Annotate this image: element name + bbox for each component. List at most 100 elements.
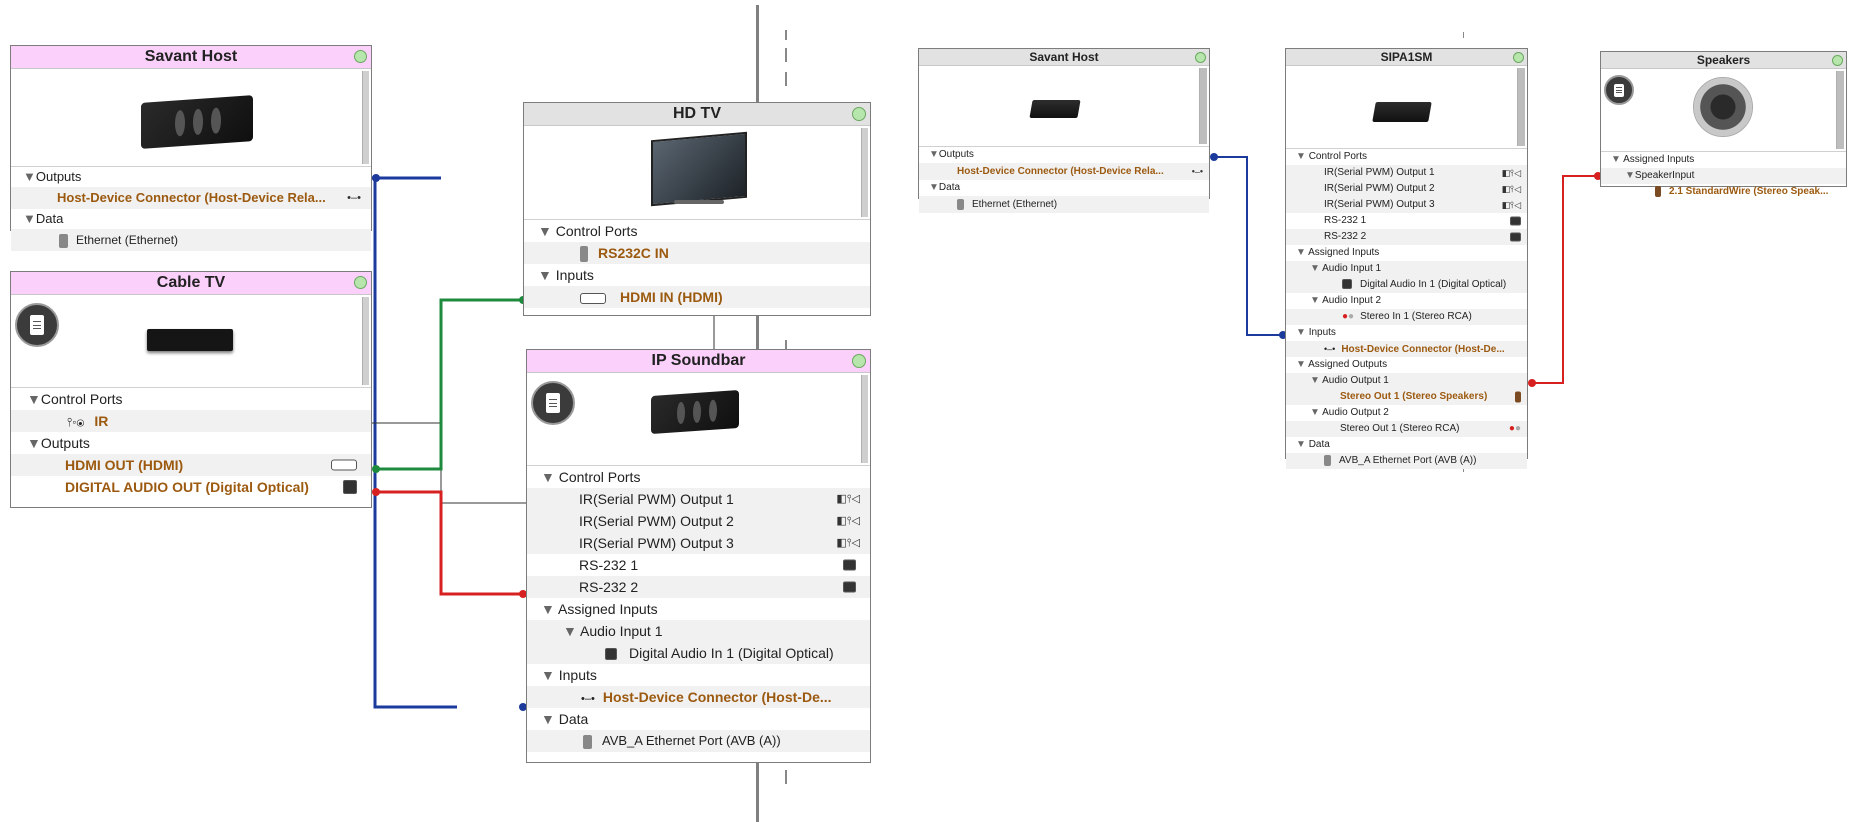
port-ir-output-3[interactable]: IR(Serial PWM) Output 3 ◧⫯◁ [1286, 197, 1527, 213]
triangle-down-icon[interactable]: ▼ [538, 220, 552, 242]
triangle-down-icon[interactable]: ▼ [541, 466, 555, 488]
triangle-down-icon[interactable]: ▼ [538, 264, 552, 286]
device-speakers[interactable]: Speakers ▼ Assigned Inputs ▼SpeakerInput… [1600, 51, 1847, 197]
triangle-down-icon[interactable]: ▼ [929, 180, 939, 196]
port-ethernet[interactable]: Ethernet (Ethernet) [919, 196, 1209, 213]
triangle-down-icon[interactable]: ▼ [541, 708, 555, 730]
port-ir-output-3[interactable]: IR(Serial PWM) Output 3 ◧⫯◁ [527, 532, 870, 554]
section-outputs[interactable]: ▼Outputs [919, 147, 1209, 163]
triangle-down-icon[interactable]: ▼ [563, 620, 577, 642]
device-sipa1sm[interactable]: SIPA1SM ▼ Control Ports IR(Serial PWM) O… [1285, 48, 1528, 469]
port-avb[interactable]: AVB_A Ethernet Port (AVB (A)) [1286, 453, 1527, 469]
triangle-down-icon[interactable]: ▼ [1296, 325, 1306, 341]
port-stereo-out-rca[interactable]: Stereo Out 1 (Stereo RCA) ●● [1286, 421, 1527, 437]
port-host-connector[interactable]: •–• Host-Device Connector (Host-De... [527, 686, 870, 708]
port-ir-output-2[interactable]: IR(Serial PWM) Output 2 ◧⫯◁ [1286, 181, 1527, 197]
document-icon[interactable] [531, 381, 575, 425]
device-savant-host-right[interactable]: Savant Host ▼Outputs Host-Device Connect… [918, 48, 1210, 213]
device-cable-tv[interactable]: Cable TV ▼Control Ports ⫯◦⦿ IR ▼Outputs H… [10, 271, 372, 508]
section-assigned-outputs[interactable]: ▼ Assigned Outputs [1286, 357, 1527, 373]
port-rs232-1[interactable]: RS-232 1 [527, 554, 870, 576]
port-rs232c-in[interactable]: RS232C IN [524, 242, 870, 264]
configuration-canvas[interactable]: Savant Host ▼Outputs Host-Device Connect… [0, 0, 1854, 822]
scrollbar[interactable] [861, 128, 868, 217]
section-assigned-inputs[interactable]: ▼ Assigned Inputs [1601, 152, 1846, 168]
section-data[interactable]: ▼Data [919, 180, 1209, 196]
port-host-connector[interactable]: •–• Host-Device Connector (Host-De... [1286, 341, 1527, 357]
group-label: Audio Input 2 [1322, 295, 1382, 306]
triangle-down-icon[interactable]: ▼ [541, 664, 555, 686]
triangle-down-icon[interactable]: ▼ [1310, 373, 1320, 389]
triangle-down-icon[interactable]: ▼ [1296, 357, 1306, 373]
device-title: IP Soundbar [527, 350, 870, 373]
port-avb[interactable]: AVB_A Ethernet Port (AVB (A)) [527, 730, 870, 752]
group-audio-input-1[interactable]: ▼ Audio Input 1 [1286, 261, 1527, 277]
scrollbar[interactable] [1836, 71, 1844, 149]
port-rs232-2[interactable]: RS-232 2 [527, 576, 870, 598]
port-ir[interactable]: ⫯◦⦿ IR [11, 410, 371, 432]
triangle-down-icon[interactable]: ▼ [1310, 405, 1320, 421]
port-host-connector[interactable]: Host-Device Connector (Host-Device Rela.… [11, 187, 371, 209]
device-savant-host[interactable]: Savant Host ▼Outputs Host-Device Connect… [10, 45, 372, 251]
section-assigned-inputs[interactable]: ▼ Assigned Inputs [1286, 245, 1527, 261]
port-ethernet[interactable]: Ethernet (Ethernet) [11, 229, 371, 251]
scrollbar[interactable] [1517, 68, 1525, 146]
port-stereo-in[interactable]: ●● Stereo In 1 (Stereo RCA) [1286, 309, 1527, 325]
guide-line [1463, 32, 1464, 38]
section-inputs[interactable]: ▼ Inputs [1286, 325, 1527, 341]
triangle-down-icon[interactable]: ▼ [1296, 437, 1306, 453]
section-control-ports[interactable]: ▼ Control Ports [527, 466, 870, 488]
section-inputs[interactable]: ▼ Inputs [527, 664, 870, 686]
triangle-down-icon[interactable]: ▼ [1310, 261, 1320, 277]
port-digital-audio-in[interactable]: Digital Audio In 1 (Digital Optical) [527, 642, 870, 664]
section-data[interactable]: ▼ Data [1286, 437, 1527, 453]
port-ir-output-2[interactable]: IR(Serial PWM) Output 2 ◧⫯◁ [527, 510, 870, 532]
triangle-down-icon[interactable]: ▼ [27, 432, 41, 454]
section-data[interactable]: ▼Data [11, 209, 371, 229]
document-icon[interactable] [1604, 75, 1634, 105]
section-control-ports[interactable]: ▼Control Ports [11, 388, 371, 410]
port-ir-output-1[interactable]: IR(Serial PWM) Output 1 ◧⫯◁ [1286, 165, 1527, 181]
port-stereo-out-speakers[interactable]: Stereo Out 1 (Stereo Speakers) [1286, 389, 1527, 405]
port-standard-wire[interactable]: 2.1 StandardWire (Stereo Speak... [1601, 184, 1846, 200]
port-rs232-2[interactable]: RS-232 2 [1286, 229, 1527, 245]
group-audio-input-2[interactable]: ▼ Audio Input 2 [1286, 293, 1527, 309]
port-hdmi-out[interactable]: HDMI OUT (HDMI) [11, 454, 371, 476]
scrollbar[interactable] [362, 71, 369, 164]
device-ip-soundbar[interactable]: IP Soundbar ▼ Control Ports IR(Serial PW… [526, 349, 871, 763]
triangle-down-icon[interactable]: ▼ [1625, 168, 1635, 184]
scrollbar[interactable] [362, 297, 369, 385]
port-digital-audio-out[interactable]: DIGITAL AUDIO OUT (Digital Optical) [11, 476, 371, 498]
group-speaker-input[interactable]: ▼SpeakerInput [1601, 168, 1846, 184]
triangle-down-icon[interactable]: ▼ [23, 209, 36, 229]
port-hdmi-in[interactable]: HDMI IN (HDMI) [524, 286, 870, 308]
section-assigned-inputs[interactable]: ▼ Assigned Inputs [527, 598, 870, 620]
triangle-down-icon[interactable]: ▼ [1611, 152, 1621, 168]
device-hd-tv[interactable]: HD TV ▼ Control Ports RS232C IN ▼ Inputs… [523, 102, 871, 316]
triangle-down-icon[interactable]: ▼ [1310, 293, 1320, 309]
group-audio-output-1[interactable]: ▼ Audio Output 1 [1286, 373, 1527, 389]
section-outputs[interactable]: ▼Outputs [11, 167, 371, 187]
scrollbar[interactable] [1199, 68, 1207, 144]
triangle-down-icon[interactable]: ▼ [541, 598, 555, 620]
section-data[interactable]: ▼ Data [527, 708, 870, 730]
port-rs232-1[interactable]: RS-232 1 [1286, 213, 1527, 229]
document-icon[interactable] [15, 303, 59, 347]
group-audio-output-2[interactable]: ▼ Audio Output 2 [1286, 405, 1527, 421]
triangle-down-icon[interactable]: ▼ [23, 167, 36, 187]
triangle-down-icon[interactable]: ▼ [27, 388, 41, 410]
port-digital-audio-in[interactable]: Digital Audio In 1 (Digital Optical) [1286, 277, 1527, 293]
section-control-ports[interactable]: ▼ Control Ports [1286, 149, 1527, 165]
soundbar-image [141, 95, 253, 149]
section-control-ports[interactable]: ▼ Control Ports [524, 220, 870, 242]
connector-icon: •–• [1191, 166, 1203, 176]
triangle-down-icon[interactable]: ▼ [929, 147, 939, 163]
triangle-down-icon[interactable]: ▼ [1296, 245, 1306, 261]
section-inputs[interactable]: ▼ Inputs [524, 264, 870, 286]
group-audio-input-1[interactable]: ▼ Audio Input 1 [527, 620, 870, 642]
port-host-connector[interactable]: Host-Device Connector (Host-Device Rela.… [919, 163, 1209, 180]
port-ir-output-1[interactable]: IR(Serial PWM) Output 1 ◧⫯◁ [527, 488, 870, 510]
scrollbar[interactable] [861, 375, 868, 463]
triangle-down-icon[interactable]: ▼ [1296, 149, 1306, 165]
section-outputs[interactable]: ▼Outputs [11, 432, 371, 454]
